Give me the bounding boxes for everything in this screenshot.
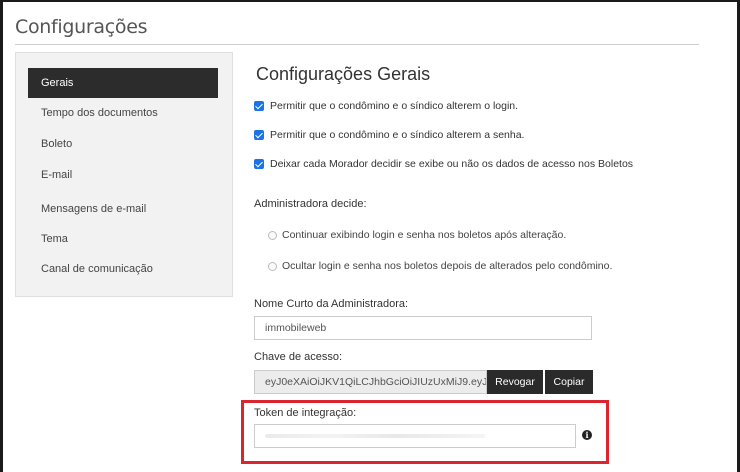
integration-token-input[interactable] [254,424,576,448]
checkbox-label: Deixar cada Morador decidir se exibe ou … [270,158,634,170]
checkbox-allow-password-change[interactable]: Permitir que o condômino e o síndico alt… [254,127,524,143]
radio-hide-after-change[interactable]: Ocultar login e senha nos boletos depois… [268,260,612,272]
copy-button[interactable]: Copiar [545,370,593,394]
sidebar-item-gerais[interactable]: Gerais [28,68,218,98]
sidebar-item-mensagens-email[interactable]: Mensagens de e-mail [28,194,218,224]
revoke-button[interactable]: Revogar [487,370,543,394]
checkbox-checked-icon[interactable] [254,101,264,111]
sidebar-item-canal-comunicacao[interactable]: Canal de comunicação [28,254,218,284]
radio-label: Continuar exibindo login e senha nos bol… [282,229,567,241]
checkbox-checked-icon[interactable] [254,130,264,140]
title-divider [15,44,699,45]
short-name-label: Nome Curto da Administradora: [254,298,409,310]
admin-decides-label: Administradora decide: [254,198,367,210]
redacted-token-blur [265,434,485,438]
page-title: Configurações [15,16,148,38]
sidebar-item-tema[interactable]: Tema [28,224,218,254]
access-key-input[interactable]: eyJ0eXAiOiJKV1QiLCJhbGciOiJIUzUxMiJ9.eyJ… [254,370,487,394]
checkbox-resident-decides[interactable]: Deixar cada Morador decidir se exibe ou … [254,156,633,172]
checkbox-checked-icon[interactable] [254,159,264,169]
radio-keep-showing[interactable]: Continuar exibindo login e senha nos bol… [268,229,566,241]
checkbox-label: Permitir que o condômino e o síndico alt… [270,100,519,112]
info-icon[interactable]: i [582,430,592,440]
window-top-border [0,0,740,2]
radio-button[interactable] [268,230,277,240]
sidebar-item-email[interactable]: E-mail [28,160,218,190]
sidebar-item-tempo-documentos[interactable]: Tempo dos documentos [28,98,218,128]
settings-sidebar: Gerais Tempo dos documentos Boleto E-mai… [15,52,233,297]
radio-button[interactable] [268,261,277,271]
short-name-input[interactable]: immobileweb [254,316,592,340]
sidebar-item-boleto[interactable]: Boleto [28,129,218,159]
access-key-label: Chave de acesso: [254,351,343,363]
checkbox-label: Permitir que o condômino e o síndico alt… [270,129,525,141]
radio-label: Ocultar login e senha nos boletos depois… [282,260,613,272]
integration-token-label: Token de integração: [254,407,357,419]
checkbox-allow-login-change[interactable]: Permitir que o condômino e o síndico alt… [254,98,518,114]
window-left-border [0,0,3,472]
section-title: Configurações Gerais [256,64,431,84]
